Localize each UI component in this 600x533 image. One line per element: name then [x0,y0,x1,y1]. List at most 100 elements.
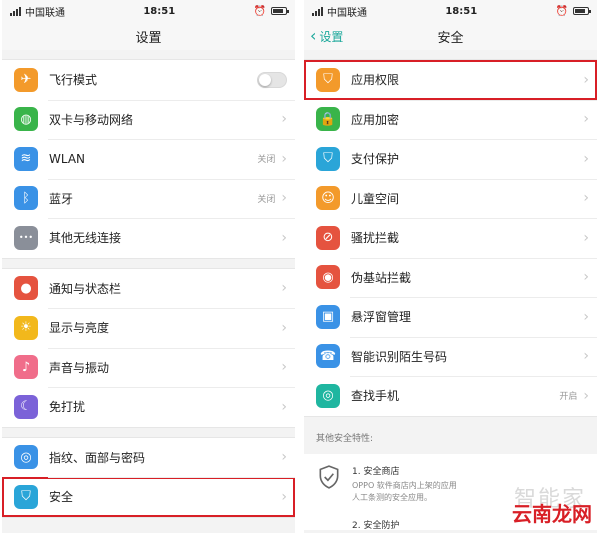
chevron-right-icon: › [583,111,589,128]
row-label: 蓝牙 [49,191,74,206]
row-value: 开启 [559,392,578,403]
settings-row[interactable]: ☎ 智能识别陌生号码 › [304,336,597,377]
feature-title: 1. 安全商店 [352,466,400,477]
row-label: 声音与振动 [49,360,110,375]
settings-row[interactable]: ••• 其他无线连接 › [2,218,295,258]
signal-icon [10,6,21,16]
chevron-right-icon: › [281,190,287,207]
row-label: 应用加密 [351,112,400,127]
moon-icon: ☾ [14,394,38,419]
chevron-right-icon: › [281,398,287,415]
chevron-left-icon: ‹ [310,26,317,45]
chevron-right-icon: › [583,71,589,88]
chevron-right-icon: › [583,269,589,286]
settings-row[interactable]: ● 通知与状态栏 › [2,269,295,309]
settings-group: ✈ 飞行模式 ◍ 双卡与移动网络 › ≋ WLAN 关闭 › ᛒ 蓝牙 关闭 › ••• 其他无线连接 › [2,59,295,259]
battery-icon [572,7,591,15]
row-label: 双卡与移动网络 [49,112,134,127]
row-label: 飞行模式 [49,73,98,88]
chevron-right-icon: › [281,229,287,246]
settings-row[interactable]: ⛉ 应用权限 › [304,60,597,100]
row-label: 骚扰拦截 [351,231,400,246]
settings-row[interactable]: ☾ 免打扰 › [2,387,295,427]
feature-title: 2. 安全防护 [352,520,400,530]
nav-bar: ‹ 设置 安全 [304,22,597,50]
chevron-right-icon: › [281,111,287,128]
settings-row[interactable]: ⛉ 安全 › [2,477,295,517]
chevron-right-icon: › [281,150,287,167]
settings-row[interactable]: ◍ 双卡与移动网络 › [2,99,295,140]
nav-bar: 设置 [2,22,295,50]
settings-row[interactable]: ◉ 伪基站拦截 › [304,257,597,298]
more-icon: ••• [14,225,38,250]
status-bar: 中国联通 18:51 ⏰ [2,0,295,22]
chevron-right-icon: › [583,387,589,404]
settings-row[interactable]: ✈ 飞行模式 [2,60,295,100]
settings-row[interactable]: ☺ 儿童空间 › [304,178,597,219]
row-label: 支付保护 [351,152,400,167]
status-time: 18:51 [445,5,478,17]
caller-id-icon: ☎ [316,344,340,369]
payment-shield-icon: ⛉ [316,146,340,171]
cellular-icon: ◍ [14,107,38,132]
alarm-icon: ⏰ [253,5,266,17]
settings-row[interactable]: ᛒ 蓝牙 关闭 › [2,178,295,219]
chevron-right-icon: › [583,308,589,325]
row-label: 其他无线连接 [49,231,122,246]
carrier-indicator: 中国联通 [10,4,65,19]
row-value: 关闭 [257,155,276,166]
row-label: 应用权限 [351,73,400,88]
row-label: 指纹、面部与密码 [49,450,146,465]
carrier-name: 中国联通 [25,7,65,19]
block-icon: ⊘ [316,225,340,250]
chevron-right-icon: › [281,488,287,505]
carrier-indicator: 中国联通 [312,4,367,19]
floating-window-icon: ▣ [316,304,340,329]
row-label: 儿童空间 [351,191,400,206]
settings-row[interactable]: ◎ 指纹、面部与密码 › [2,438,295,478]
row-value: 关闭 [257,194,276,205]
bluetooth-icon: ᛒ [14,186,38,211]
settings-screen: 中国联通 18:51 ⏰ 设置 ✈ 飞行模式 ◍ 双卡与移动网络 › ≋ WLAN 关闭 › ᛒ 蓝… [2,0,295,533]
child-icon: ☺ [316,186,340,211]
settings-row[interactable]: ⛉ 支付保护 › [304,139,597,179]
settings-group: ◎ 指纹、面部与密码 › ⛉ 安全 › [2,436,295,518]
chevron-right-icon: › [281,280,287,297]
row-label: WLAN [49,151,86,166]
sound-icon: ♪ [14,355,38,380]
settings-row[interactable]: ▣ 悬浮窗管理 › [304,297,597,337]
chevron-right-icon: › [281,449,287,466]
alarm-icon: ⏰ [555,5,568,17]
settings-row[interactable]: ⊘ 骚扰拦截 › [304,218,597,258]
chevron-right-icon: › [583,348,589,365]
notification-icon: ● [14,276,38,301]
battery-icon [270,7,289,15]
app-permission-icon: ⛉ [316,67,340,92]
settings-row[interactable]: ♪ 声音与振动 › [2,347,295,388]
chevron-right-icon: › [583,229,589,246]
signal-icon [312,6,323,16]
settings-row[interactable]: ☀ 显示与亮度 › [2,308,295,348]
page-title: 设置 [135,30,162,46]
row-label: 显示与亮度 [49,321,110,336]
row-label: 智能识别陌生号码 [351,349,448,364]
watermark-logo-text: 云南龙网 [512,502,592,526]
chevron-right-icon: › [583,190,589,207]
shield-icon: ⛉ [14,484,38,509]
settings-row[interactable]: 🔒 应用加密 › [304,99,597,140]
lock-icon: 🔒 [316,107,340,132]
row-label: 免打扰 [49,400,86,415]
security-list: ⛉ 应用权限 › 🔒 应用加密 › ⛉ 支付保护 › ☺ 儿童空间 › ⊘ 骚扰拦截 › ◉ 伪基站拦截 › ▣ 悬浮… [304,59,597,417]
radio-tower-icon: ◉ [316,265,340,290]
back-button[interactable]: ‹ 设置 [310,22,343,50]
status-bar: 中国联通 18:51 ⏰ [304,0,597,22]
chevron-right-icon: › [583,150,589,167]
settings-groups: ✈ 飞行模式 ◍ 双卡与移动网络 › ≋ WLAN 关闭 › ᛒ 蓝牙 关闭 › ••• 其他无线连接 › ● 通… [2,59,295,518]
feature-desc-line: 人工条测的安全应用。 [352,492,432,502]
settings-group: ● 通知与状态栏 › ☀ 显示与亮度 › ♪ 声音与振动 › ☾ 免打扰 › [2,267,295,428]
settings-row[interactable]: ◎ 查找手机 开启 › [304,376,597,416]
chevron-right-icon: › [281,359,287,376]
row-label: 悬浮窗管理 [351,310,412,325]
settings-row[interactable]: ≋ WLAN 关闭 › [2,139,295,179]
toggle-switch[interactable] [257,71,287,88]
